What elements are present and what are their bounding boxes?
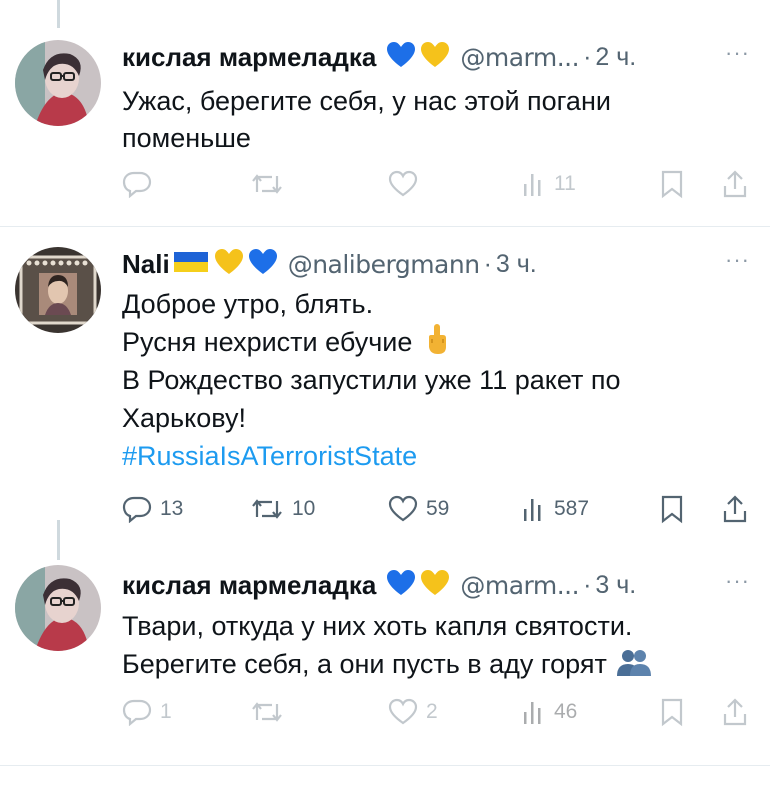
views-button[interactable]: 11 [522, 164, 576, 204]
views-icon [522, 698, 546, 726]
people-silhouette-icon [616, 647, 652, 687]
tweet-text-line-with-emoji: Русня нехристи ебучие [122, 323, 448, 365]
action-bar: 13 10 59 587 [0, 489, 770, 529]
reply-button[interactable] [122, 164, 160, 204]
reply-button[interactable]: 1 [122, 692, 172, 732]
avatar[interactable] [15, 247, 101, 333]
yellow-heart-icon [214, 248, 244, 281]
blue-heart-icon [386, 569, 416, 602]
tweet-text-line: В Рождество запустили уже 11 ракет по [122, 365, 621, 395]
more-options-button[interactable]: ··· [725, 568, 750, 594]
retweet-button[interactable] [250, 692, 292, 732]
more-options-button[interactable]: ··· [725, 247, 750, 273]
separator: · [483, 249, 492, 278]
tweet[interactable]: кислая мармеладка @marm... · 3 ч. ··· Тв… [0, 555, 770, 765]
views-count: 11 [554, 172, 576, 195]
reply-count: 1 [160, 700, 172, 723]
tweet-text-line: поменьше [122, 123, 251, 153]
tweet-header: Nali @nalibergmann · 3 ч. ··· [122, 247, 750, 281]
more-options-button[interactable]: ··· [725, 40, 750, 66]
action-bar: 11 [0, 164, 770, 204]
middle-finger-icon [426, 323, 448, 365]
tweet-text-line: Харькову! [122, 403, 246, 433]
retweet-button[interactable] [250, 164, 292, 204]
retweet-icon [250, 495, 284, 523]
thread-line [57, 520, 60, 560]
share-button[interactable] [722, 692, 748, 732]
display-name[interactable]: кислая мармеладка [122, 42, 376, 73]
views-icon [522, 170, 546, 198]
like-button[interactable]: 59 [388, 489, 449, 529]
timestamp[interactable]: 3 ч. [595, 571, 636, 600]
blue-heart-icon [386, 41, 416, 74]
avatar[interactable] [15, 565, 101, 651]
share-icon [722, 494, 748, 524]
tweet-header: кислая мармеладка @marm... · 2 ч. ··· [122, 40, 750, 74]
bookmark-button[interactable] [660, 164, 684, 204]
action-bar: 1 2 46 [0, 692, 770, 732]
views-button[interactable]: 46 [522, 692, 577, 732]
like-count: 59 [426, 497, 450, 520]
display-name[interactable]: Nali [122, 249, 170, 280]
reply-icon [122, 170, 152, 198]
divider [0, 765, 770, 766]
handle[interactable]: @marm... [460, 43, 579, 72]
views-count: 587 [554, 497, 590, 520]
tweet-text: Берегите себя, а они пусть в аду горят [122, 649, 607, 679]
like-button[interactable] [388, 164, 426, 204]
reply-count: 13 [160, 497, 184, 520]
retweet-button[interactable]: 10 [250, 489, 315, 529]
tweet[interactable]: Nali @nalibergmann · 3 ч. ··· Доброе утр… [0, 227, 770, 555]
like-count: 2 [426, 700, 438, 723]
timestamp[interactable]: 3 ч. [496, 250, 537, 279]
tweet-header: кислая мармеладка @marm... · 3 ч. ··· [122, 568, 750, 602]
views-count: 46 [554, 700, 578, 723]
yellow-heart-icon [420, 41, 450, 74]
heart-icon [388, 495, 418, 523]
timestamp[interactable]: 2 ч. [595, 43, 636, 72]
bookmark-button[interactable] [660, 692, 684, 732]
reply-icon [122, 495, 152, 523]
tweet-text-line: Твари, откуда у них хоть капля святости. [122, 611, 633, 641]
share-button[interactable] [722, 489, 748, 529]
views-button[interactable]: 587 [522, 489, 589, 529]
tweet-text-line: Ужас, берегите себя, у нас этой погани [122, 86, 611, 116]
ukraine-flag-icon [173, 251, 208, 278]
avatar[interactable] [15, 40, 101, 126]
blue-heart-icon [248, 248, 278, 281]
share-button[interactable] [722, 164, 748, 204]
share-icon [722, 169, 748, 199]
retweet-icon [250, 170, 284, 198]
reply-icon [122, 698, 152, 726]
views-icon [522, 495, 546, 523]
separator: · [583, 570, 592, 599]
retweet-icon [250, 698, 284, 726]
bookmark-icon [660, 494, 684, 524]
hashtag-link[interactable]: #RussiaIsATerroristState [122, 437, 417, 475]
tweet-text: Русня нехристи ебучие [122, 327, 413, 357]
handle[interactable]: @marm... [460, 571, 579, 600]
heart-icon [388, 698, 418, 726]
tweet-text-line-with-emoji: Берегите себя, а они пусть в аду горят [122, 645, 652, 687]
bookmark-icon [660, 169, 684, 199]
bookmark-icon [660, 697, 684, 727]
like-button[interactable]: 2 [388, 692, 438, 732]
separator: · [583, 42, 592, 71]
bookmark-button[interactable] [660, 489, 684, 529]
handle[interactable]: @nalibergmann [288, 250, 480, 279]
display-name[interactable]: кислая мармеладка [122, 570, 376, 601]
share-icon [722, 697, 748, 727]
reply-button[interactable]: 13 [122, 489, 183, 529]
tweet-text-line: Доброе утро, блять. [122, 289, 374, 319]
heart-icon [388, 170, 418, 198]
yellow-heart-icon [420, 569, 450, 602]
retweet-count: 10 [292, 497, 316, 520]
tweet[interactable]: кислая мармеладка @marm... · 2 ч. ··· Уж… [0, 0, 770, 226]
